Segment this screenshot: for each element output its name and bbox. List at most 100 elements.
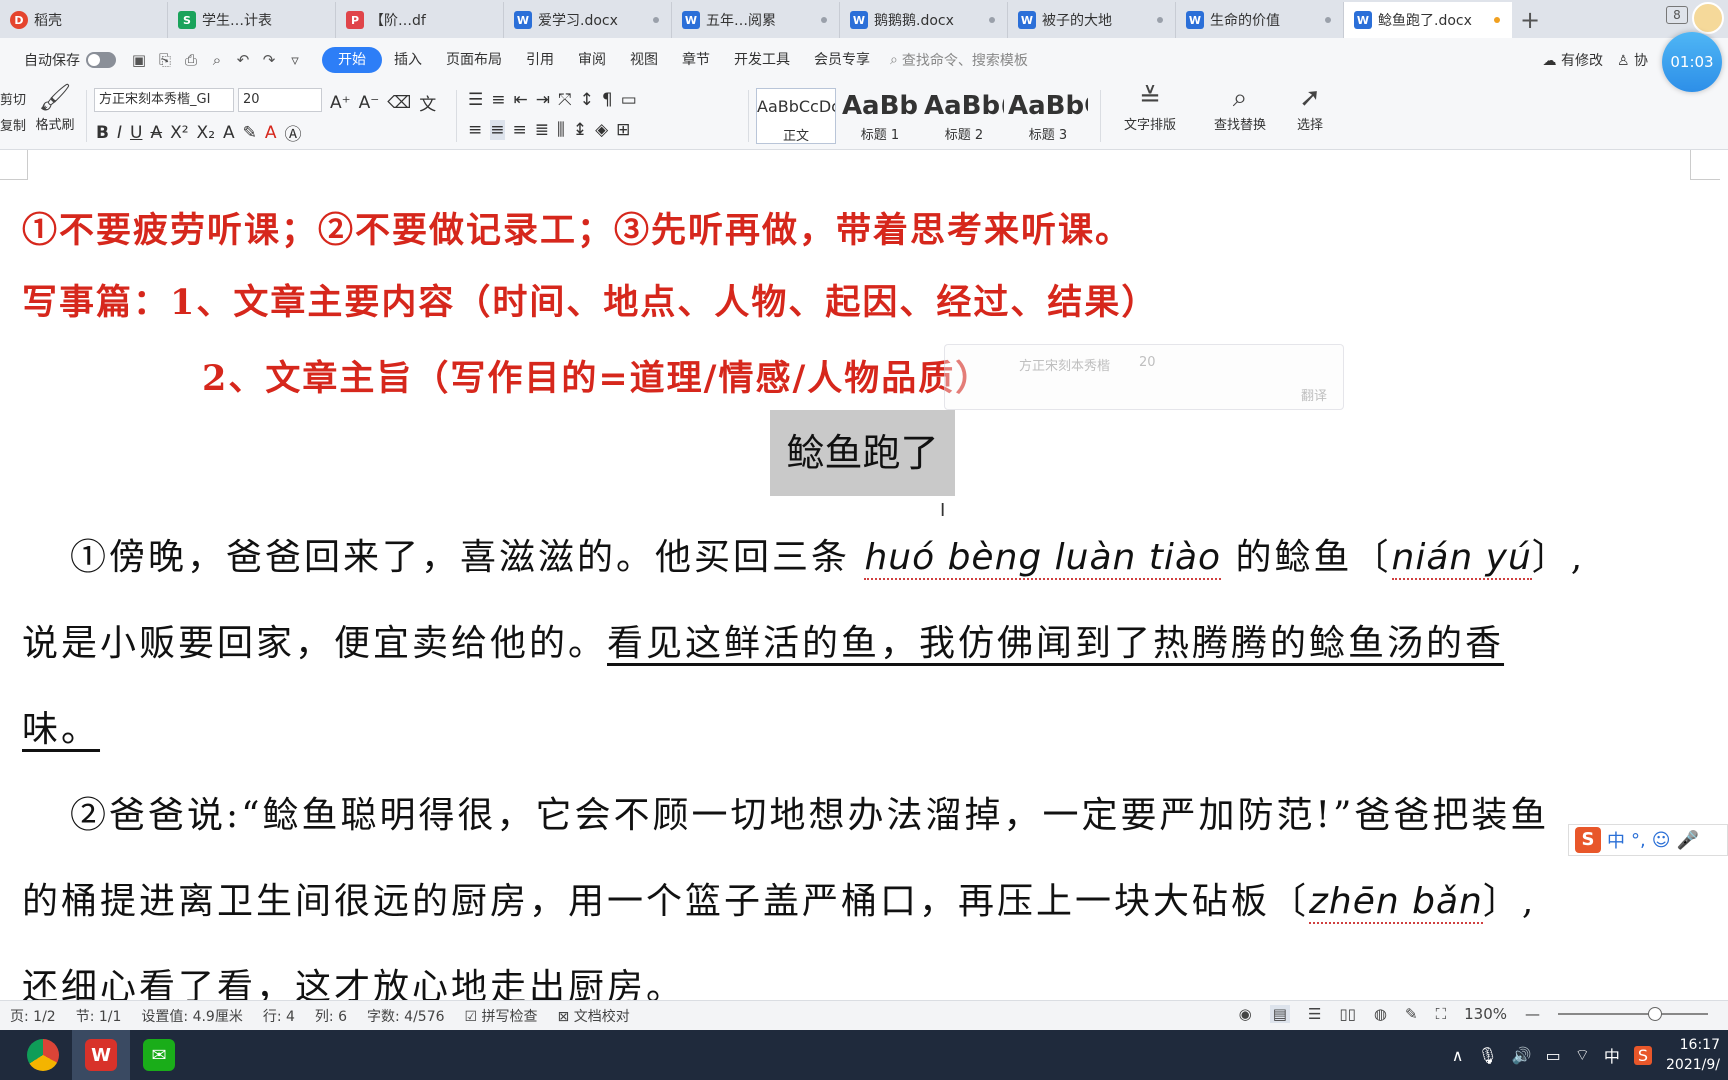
punctuation-icon[interactable]: °, (1631, 830, 1646, 851)
new-tab-button[interactable]: + (1512, 2, 1548, 38)
fit-page-icon[interactable]: ⛶ (1436, 1005, 1447, 1023)
menu-tab[interactable]: 插入 (382, 47, 434, 73)
document-canvas[interactable]: ①不要疲劳听课；②不要做记录工；③先听再做，带着思考来听课。 写事篇：1、文章主… (0, 150, 1728, 1000)
zoom-slider-knob[interactable] (1648, 1007, 1662, 1021)
chinese-layout-icon[interactable]: ⤧ (558, 90, 572, 110)
select-button[interactable]: ➚ 选择 (1280, 82, 1340, 133)
menu-tab[interactable]: 引用 (514, 47, 566, 73)
justify-icon[interactable]: ≣ (535, 120, 549, 140)
emoji-icon[interactable]: ☺ (1652, 830, 1671, 851)
superscript-icon[interactable]: X² (170, 123, 188, 143)
zoom-slider[interactable] (1558, 1007, 1708, 1021)
increase-indent-icon[interactable]: ⇥ (536, 90, 550, 110)
text-effect-icon[interactable]: A (223, 123, 235, 143)
close-tab-icon[interactable] (821, 17, 827, 23)
sogou-tray-icon[interactable]: S (1633, 1045, 1653, 1065)
proofread-button[interactable]: ⊠ 文档校对 (548, 1006, 640, 1026)
command-search[interactable]: ⌕ 查找命令、搜索模板 (890, 50, 1028, 70)
subscript-icon[interactable]: X₂ (197, 123, 215, 143)
font-color-icon[interactable]: A (265, 123, 277, 143)
menu-tab[interactable]: 页面布局 (434, 47, 514, 73)
document-tab[interactable]: W 被子的大地 (1008, 2, 1176, 38)
save-icon[interactable]: ▣ (126, 51, 152, 69)
print-preview-icon[interactable]: ⌕ (204, 51, 230, 69)
document-tab[interactable]: W 爱学习.docx (504, 2, 672, 38)
format-painter-button[interactable]: 🖌 格式刷 (30, 82, 80, 133)
spell-check-button[interactable]: ☑ 拼写检查 (455, 1006, 548, 1026)
paragraph-1-line-2[interactable]: 说是小贩要回家，便宜卖给他的。看见这鲜活的鱼，我仿佛闻到了热腾腾的鲶鱼汤的香 (22, 614, 1504, 666)
style-preset[interactable]: AaBb 标题 1 (840, 88, 920, 144)
redo-icon[interactable]: ↷ (256, 51, 282, 69)
align-center-icon[interactable]: ≡ (490, 120, 505, 140)
customize-dropdown-icon[interactable]: ▿ (282, 51, 308, 69)
page-indicator[interactable]: 页: 1/2 (0, 1006, 66, 1026)
close-tab-icon[interactable] (1325, 17, 1331, 23)
volume-icon[interactable]: 🔊 (1512, 1046, 1532, 1065)
microphone-icon[interactable]: 🎙 (1477, 1046, 1497, 1065)
export-icon[interactable]: ⎘ (152, 51, 178, 69)
ime-mode[interactable]: 中 (1607, 827, 1625, 853)
tray-ime-indicator[interactable]: 中 (1604, 1043, 1620, 1067)
wps-taskbar-button[interactable]: W (72, 1030, 130, 1080)
numbered-list-icon[interactable]: ≡ (491, 90, 505, 110)
cut-button[interactable]: 剪切 (0, 88, 26, 114)
phonetic-guide-icon[interactable]: 文 (419, 90, 436, 115)
show-marks-icon[interactable]: ¶ (602, 90, 613, 110)
shading-icon[interactable]: ◈ (595, 120, 608, 140)
line-spacing-icon[interactable]: ↨ (573, 120, 587, 140)
document-tab[interactable]: P 【阶…df (336, 2, 504, 38)
wifi-icon[interactable]: ⌔ (1575, 1045, 1590, 1065)
tray-expand-icon[interactable]: ∧ (1452, 1046, 1464, 1065)
document-tab[interactable]: W 五年…阅累 (672, 2, 840, 38)
unsaved-dot-icon[interactable] (1494, 17, 1500, 23)
menu-tab[interactable]: 开始 (322, 47, 382, 73)
changes-button[interactable]: ☁ 有修改 (1543, 50, 1603, 70)
wechat-taskbar-button[interactable]: ✉ (130, 1030, 188, 1080)
outline-view-icon[interactable]: ☰ (1308, 1005, 1321, 1023)
chrome-taskbar-button[interactable] (14, 1030, 72, 1080)
underline-icon[interactable]: U (130, 123, 142, 143)
close-tab-icon[interactable] (989, 17, 995, 23)
read-view-icon[interactable]: ▯▯ (1339, 1005, 1356, 1023)
word-count[interactable]: 字数: 4/576 (357, 1006, 455, 1026)
clear-format-icon[interactable]: ⌫ (387, 93, 411, 113)
grow-font-icon[interactable]: A⁺ (330, 93, 351, 113)
toggle-switch[interactable] (86, 52, 116, 68)
web-view-icon[interactable]: ◍ (1374, 1005, 1387, 1023)
section-indicator[interactable]: 节: 1/1 (66, 1006, 132, 1026)
paragraph-2-line-2[interactable]: 的桶提进离卫生间很远的厨房，用一个篮子盖严桶口，再压上一块大砧板〔zhēn bǎ… (22, 872, 1536, 924)
floating-format-toolbar[interactable]: 方正宋刻本秀楷 20 翻译 (944, 344, 1344, 410)
find-replace-button[interactable]: ⌕ 查找替换 (1202, 82, 1278, 133)
setting-value[interactable]: 设置值: 4.9厘米 (131, 1006, 252, 1026)
align-left-icon[interactable]: ≡ (468, 120, 482, 140)
style-preset[interactable]: AaBbC 标题 3 (1008, 88, 1088, 144)
document-tab[interactable]: S 学生…计表 (168, 2, 336, 38)
collab-button[interactable]: ♙ 协 (1617, 50, 1648, 70)
bold-icon[interactable]: B (96, 123, 109, 143)
battery-icon[interactable]: ▭ (1546, 1046, 1561, 1065)
print-icon[interactable]: ⎙ (178, 51, 204, 69)
sogou-ime-toolbar[interactable]: S 中 °, ☺ 🎤 (1568, 824, 1728, 856)
paragraph-1-line-1[interactable]: ①傍晚，爸爸回来了，喜滋滋的。他买回三条 huó bèng luàn tiào … (70, 528, 1585, 580)
sort-icon[interactable]: ↕ (580, 90, 594, 110)
clock[interactable]: 16:17 2021/9/ (1666, 1035, 1720, 1075)
document-tab[interactable]: W 鲶鱼跑了.docx (1344, 2, 1512, 38)
autosave-toggle[interactable]: 自动保存 (24, 50, 116, 70)
page-view-icon[interactable]: ▤ (1269, 1005, 1290, 1023)
highlight-icon[interactable]: ✎ (243, 123, 257, 143)
zoom-out-icon[interactable]: — (1525, 1005, 1540, 1023)
menu-tab[interactable]: 视图 (618, 47, 670, 73)
write-view-icon[interactable]: ✎ (1405, 1005, 1418, 1023)
bullet-list-icon[interactable]: ☰ (468, 90, 483, 110)
document-tab[interactable]: W 鹅鹅鹅.docx (840, 2, 1008, 38)
char-border-icon[interactable]: Ⓐ (285, 120, 302, 145)
menu-tab[interactable]: 会员专享 (802, 47, 882, 73)
paragraph-2-line-3[interactable]: 还细心看了看，这才放心地走出厨房。 (22, 958, 685, 1000)
menu-tab[interactable]: 审阅 (566, 47, 618, 73)
paragraph-2-line-1[interactable]: ②爸爸说:“鲶鱼聪明得很，它会不顾一切地想办法溜掉，一定要严加防范!”爸爸把装鱼 (70, 786, 1549, 838)
menu-tab[interactable]: 章节 (670, 47, 722, 73)
italic-icon[interactable]: I (117, 123, 122, 143)
paragraph-1-line-3[interactable]: 味。 (22, 700, 100, 752)
borders-icon[interactable]: ⊞ (616, 120, 630, 140)
decrease-indent-icon[interactable]: ⇤ (514, 90, 528, 110)
